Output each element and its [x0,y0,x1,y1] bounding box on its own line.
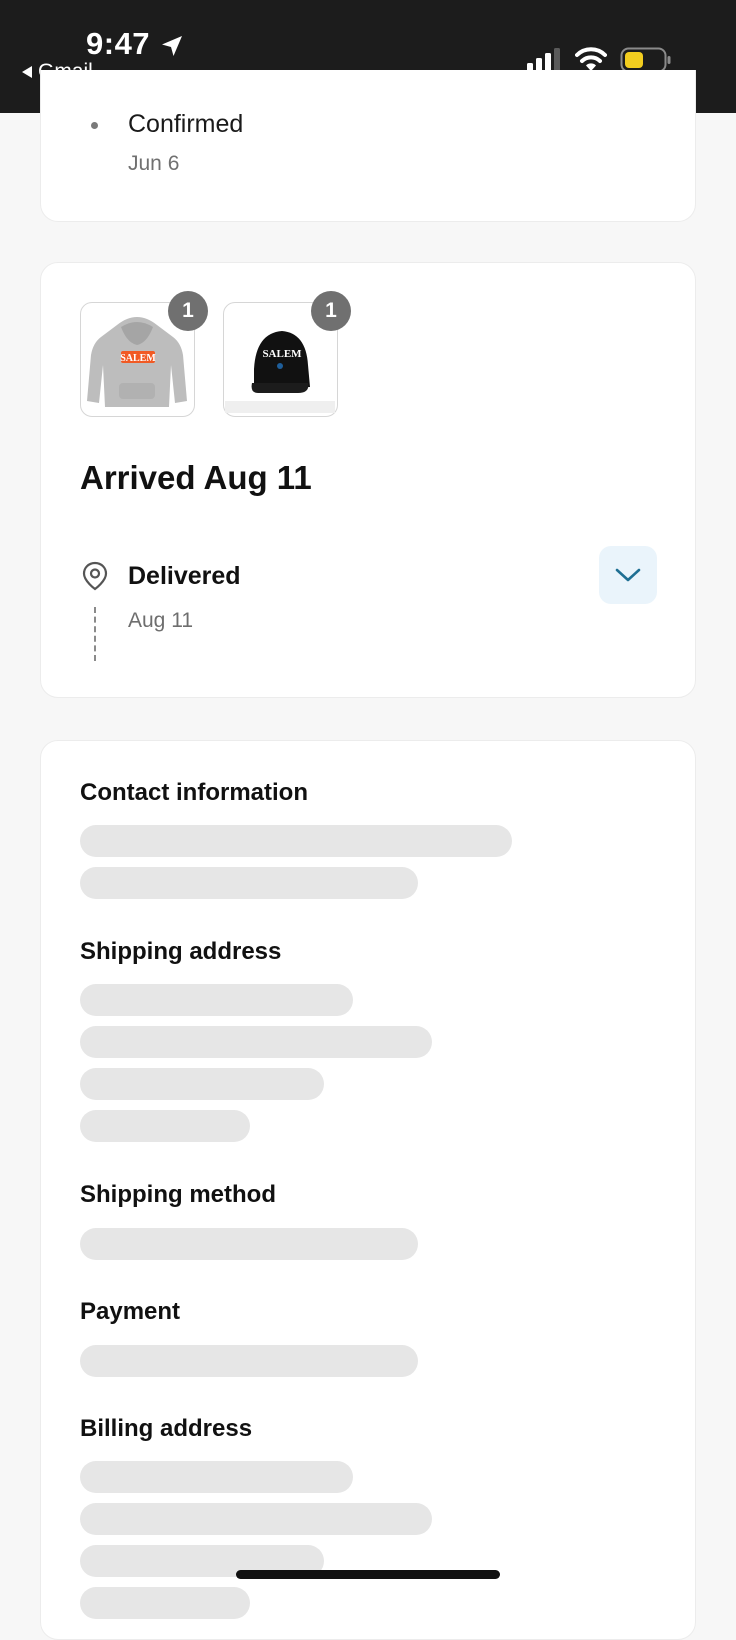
payment-title: Payment [80,1298,181,1325]
svg-text:SALEM: SALEM [262,348,302,360]
skeleton-line [80,1345,418,1377]
home-indicator[interactable] [236,1570,500,1579]
back-arrow-icon [22,66,32,78]
expand-tracking-button[interactable] [599,546,657,604]
skeleton-line [80,1228,418,1260]
quantity-badge: 1 [311,291,351,331]
timeline-connector [94,607,96,661]
delivery-status-date: Aug 11 [128,609,193,632]
skeleton-line [80,984,353,1016]
delivery-status-label: Delivered [128,562,241,590]
skeleton-line [80,1068,324,1100]
timeline-event-title: Confirmed [128,110,244,138]
skeleton-line [80,1461,353,1493]
order-details-card: Contact information Shipping address Shi… [40,740,696,1640]
cellular-signal-icon [527,48,560,72]
chevron-down-icon [615,568,641,582]
skeleton-line [80,825,512,857]
order-status-card: SALEM 1 SALEM 1 Arrived Aug 11 Delivered… [40,262,696,698]
location-arrow-icon [162,36,182,56]
product-thumbnail-cap[interactable]: SALEM 1 [223,291,351,417]
timeline-event-date: Jun 6 [128,152,180,175]
shipping-method-title: Shipping method [80,1181,276,1208]
skeleton-line [80,1026,432,1058]
status-time: 9:47 [86,26,151,61]
location-pin-icon [82,561,108,591]
svg-text:SALEM: SALEM [120,353,156,364]
timeline-card: Confirmed Jun 6 [40,70,696,222]
timeline-bullet [91,122,98,129]
billing-address-title: Billing address [80,1415,253,1442]
contact-information-title: Contact information [80,779,308,806]
skeleton-line [80,867,418,899]
arrival-heading: Arrived Aug 11 [80,459,312,496]
quantity-badge: 1 [168,291,208,331]
product-thumbnail-hoodie[interactable]: SALEM 1 [80,291,208,417]
shipping-address-title: Shipping address [80,938,282,965]
wifi-icon [575,47,607,71]
skeleton-line [80,1503,432,1535]
skeleton-line [80,1110,250,1142]
skeleton-line [80,1587,250,1619]
